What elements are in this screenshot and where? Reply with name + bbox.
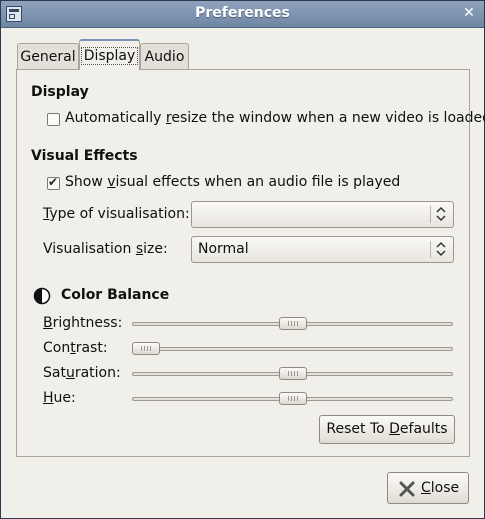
visual-effects-heading: Visual Effects xyxy=(31,148,138,164)
brightness-slider-thumb[interactable] xyxy=(278,317,307,330)
hue-slider-thumb[interactable] xyxy=(278,392,307,405)
visualisation-type-label: Type of visualisation: xyxy=(43,206,190,222)
visualisation-size-combo[interactable]: Normal xyxy=(191,236,454,263)
contrast-slider-thumb[interactable] xyxy=(132,342,160,355)
contrast-label: Contrast: xyxy=(43,340,108,356)
auto-resize-label[interactable]: Automatically resize the window when a n… xyxy=(65,110,485,126)
close-button[interactable]: Close xyxy=(387,472,469,504)
visualisation-size-value: Normal xyxy=(198,241,249,257)
tab-general-label: General xyxy=(20,49,76,65)
saturation-row: Saturation: xyxy=(17,364,467,386)
title-bar[interactable]: Preferences ✕ xyxy=(1,1,484,28)
brightness-row: Brightness: xyxy=(17,314,467,336)
close-x-icon xyxy=(399,481,415,497)
tab-display[interactable]: Display xyxy=(79,39,140,70)
tab-audio[interactable]: Audio xyxy=(140,43,189,69)
hue-row: Hue: xyxy=(17,389,467,411)
window-title: Preferences xyxy=(195,5,290,21)
show-visual-effects-label[interactable]: Show visual effects when an audio file i… xyxy=(65,174,400,190)
visualisation-size-label: Visualisation size: xyxy=(43,241,168,257)
saturation-slider-thumb[interactable] xyxy=(278,367,307,380)
contrast-slider[interactable] xyxy=(132,347,453,351)
updown-arrows-icon xyxy=(436,241,446,257)
color-balance-heading: Color Balance xyxy=(61,287,170,303)
auto-resize-checkbox[interactable] xyxy=(47,113,60,126)
tab-display-label: Display xyxy=(80,47,139,65)
saturation-label: Saturation: xyxy=(43,365,121,381)
tab-general[interactable]: General xyxy=(17,43,79,69)
show-visual-effects-checkbox[interactable] xyxy=(47,175,60,190)
brightness-label: Brightness: xyxy=(43,315,123,331)
contrast-row: Contrast: xyxy=(17,339,467,361)
preferences-window: Preferences ✕ General Display Audio Disp… xyxy=(0,0,485,519)
window-close-icon[interactable]: ✕ xyxy=(460,4,478,22)
updown-arrows-icon xyxy=(436,206,446,222)
hue-label: Hue: xyxy=(43,390,76,406)
visualisation-type-combo[interactable] xyxy=(191,201,454,228)
reset-to-defaults-button[interactable]: Reset To Defaults xyxy=(319,415,455,444)
contrast-icon xyxy=(33,287,51,305)
display-tab-panel: Display Automatically resize the window … xyxy=(16,69,485,457)
display-heading: Display xyxy=(31,84,89,100)
tab-audio-label: Audio xyxy=(144,49,185,65)
